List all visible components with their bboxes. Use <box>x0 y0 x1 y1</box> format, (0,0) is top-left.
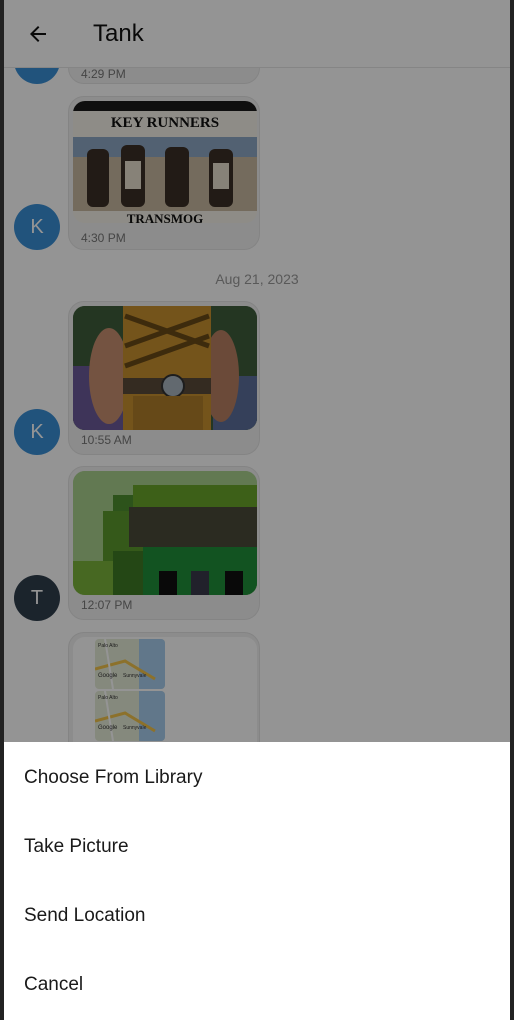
choose-from-library-button[interactable]: Choose From Library <box>4 743 510 812</box>
app-frame: Tank K 4:29 PM K <box>4 0 510 1020</box>
modal-overlay[interactable] <box>4 0 510 742</box>
attachment-action-sheet: Choose From Library Take Picture Send Lo… <box>4 742 510 1020</box>
take-picture-button[interactable]: Take Picture <box>4 812 510 881</box>
send-location-button[interactable]: Send Location <box>4 881 510 950</box>
cancel-button[interactable]: Cancel <box>4 950 510 1019</box>
